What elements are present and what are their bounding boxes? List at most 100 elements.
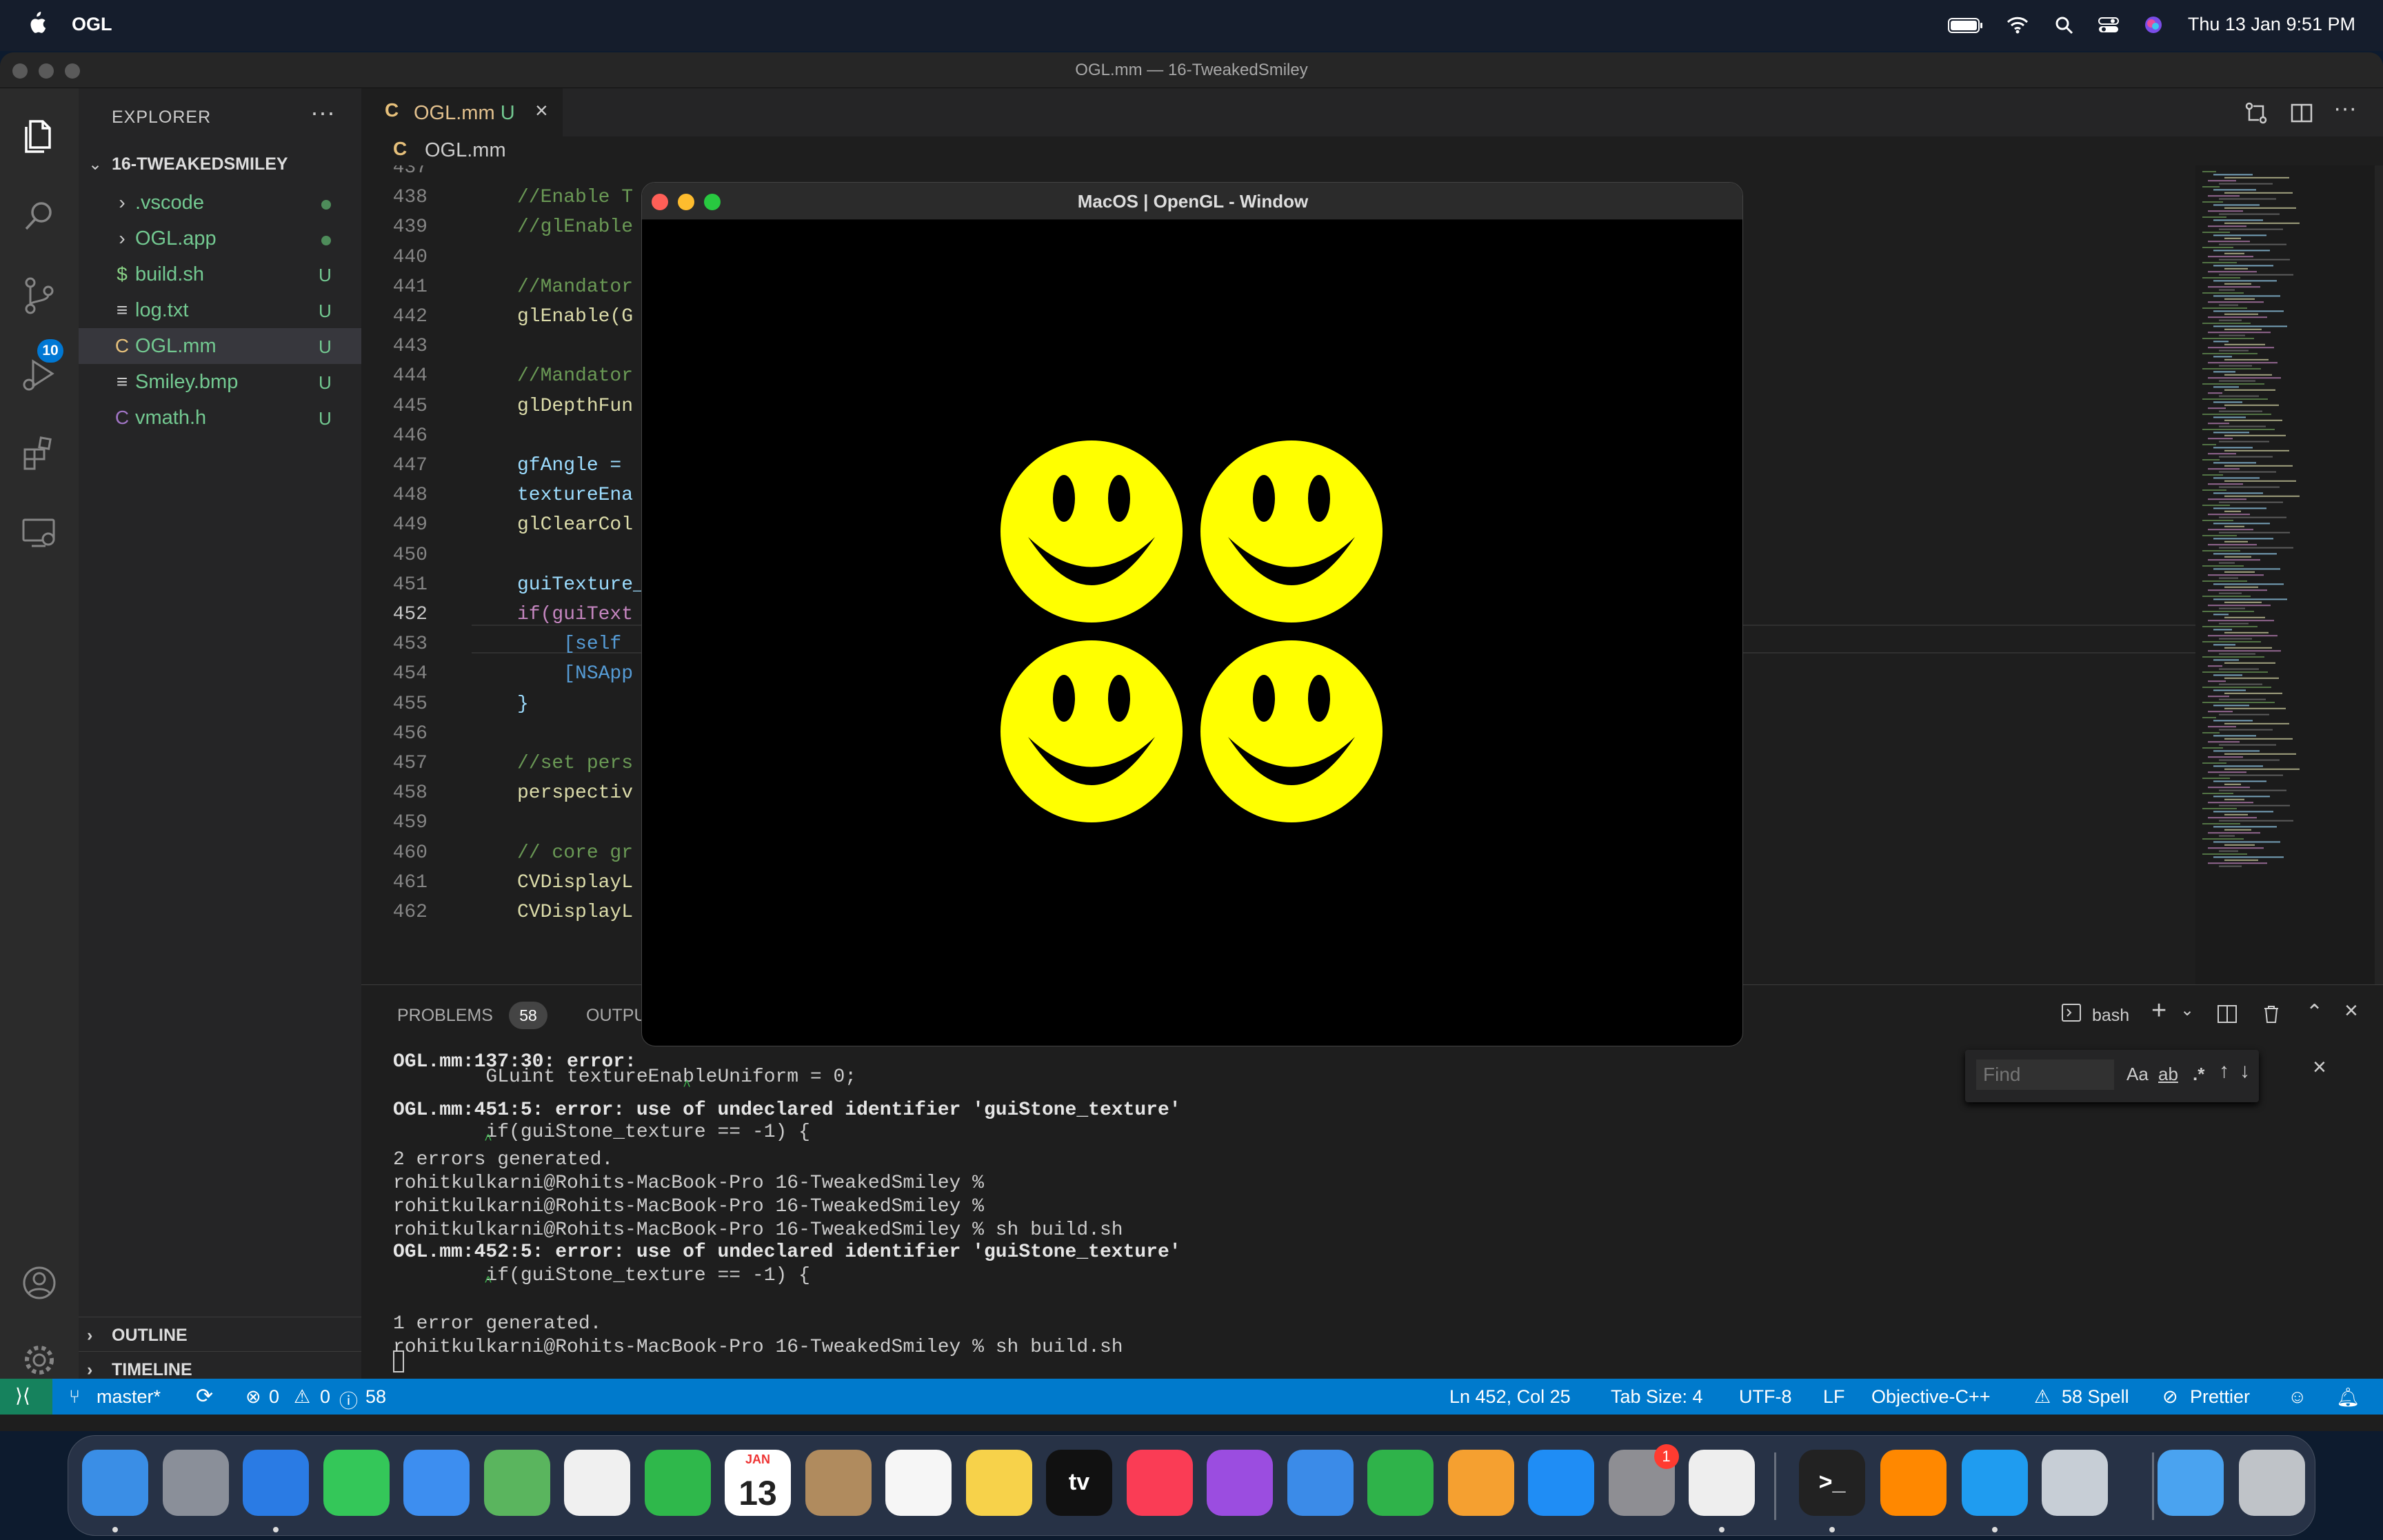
dock-tv-icon[interactable]: tv <box>1046 1450 1112 1516</box>
tab-output[interactable]: OUTPU <box>586 1006 647 1026</box>
control-center-icon[interactable] <box>2096 12 2121 37</box>
previous-match-icon[interactable]: ↑ <box>2219 1060 2229 1083</box>
split-editor-icon[interactable] <box>2289 101 2314 125</box>
tab-problems[interactable]: PROBLEMS <box>397 1006 493 1026</box>
dock-system-preferences-icon[interactable]: 1 <box>1608 1444 1679 1516</box>
sync-icon[interactable]: ⟳ <box>196 1384 213 1408</box>
dock-downloads-icon[interactable] <box>2158 1450 2224 1516</box>
dock-mail-icon[interactable] <box>403 1450 470 1516</box>
dock-pages-icon[interactable] <box>1447 1450 1514 1516</box>
dock-preview-icon[interactable] <box>2042 1450 2108 1516</box>
dock-vlc-icon[interactable] <box>1880 1450 1947 1516</box>
menu-clock[interactable]: Thu 13 Jan 9:51 PM <box>2188 14 2355 35</box>
explorer-more-button[interactable]: ··· <box>310 98 335 127</box>
close-find-icon[interactable]: × <box>2313 1054 2326 1081</box>
dock-app-store-icon[interactable] <box>1528 1450 1594 1516</box>
dock-photos-icon[interactable] <box>564 1450 630 1516</box>
dock-maps-icon[interactable] <box>483 1450 550 1516</box>
dock-facetime-icon[interactable] <box>644 1450 711 1516</box>
dock-textedit-icon[interactable] <box>1689 1450 1755 1516</box>
dock-notes-icon[interactable] <box>965 1450 1032 1516</box>
remote-indicator[interactable]: ⟩⟨ <box>0 1379 52 1415</box>
breadcrumb-file[interactable]: OGL.mm <box>425 139 506 162</box>
opengl-canvas[interactable] <box>642 220 1743 1046</box>
editor-scrollbar[interactable] <box>2375 165 2383 984</box>
run-debug-icon[interactable] <box>15 350 63 398</box>
split-terminal-icon[interactable] <box>2216 1003 2238 1025</box>
dock-reminders-icon[interactable] <box>885 1450 952 1516</box>
git-branch[interactable]: master* <box>97 1386 161 1408</box>
spotlight-icon[interactable] <box>2053 12 2075 37</box>
find-input[interactable] <box>1976 1060 2114 1090</box>
file-item[interactable]: › .vscode <box>79 185 361 221</box>
accounts-icon[interactable] <box>15 1259 63 1307</box>
end-of-line[interactable]: LF <box>1823 1386 1845 1408</box>
siri-icon[interactable] <box>2142 12 2165 37</box>
dock-launchpad-icon[interactable] <box>162 1450 229 1516</box>
language-mode[interactable]: Objective-C++ <box>1871 1386 1991 1408</box>
dock-terminal-icon[interactable]: >_ <box>1799 1450 1865 1516</box>
calendar-month: JAN <box>745 1452 770 1466</box>
explorer-icon[interactable] <box>15 112 63 160</box>
spell-status[interactable]: 58 Spell <box>2062 1386 2129 1408</box>
dock-contacts-icon[interactable] <box>805 1450 872 1516</box>
outline-section[interactable]: › OUTLINE <box>79 1317 361 1351</box>
apple-menu-icon[interactable] <box>26 11 47 36</box>
match-case-option[interactable]: Aa <box>2126 1064 2149 1085</box>
source-control-icon[interactable] <box>15 272 63 320</box>
cursor-position[interactable]: Ln 452, Col 25 <box>1449 1386 1571 1408</box>
dock-messages-icon[interactable] <box>323 1450 390 1516</box>
code-line: glEnable(G <box>517 306 634 327</box>
dock-finder-icon[interactable] <box>82 1450 148 1516</box>
info-count[interactable]: 58 <box>365 1386 386 1408</box>
dock-numbers-icon[interactable] <box>1367 1450 1434 1516</box>
warning-count[interactable]: 0 <box>320 1386 330 1408</box>
error-count[interactable]: 0 <box>269 1386 279 1408</box>
settings-gear-icon[interactable] <box>15 1336 63 1384</box>
search-icon[interactable] <box>15 192 63 240</box>
workspace-root[interactable]: 16-TWEAKEDSMILEY <box>112 154 288 174</box>
minimap[interactable] <box>2195 165 2375 984</box>
file-item[interactable]: › OGL.app <box>79 221 361 256</box>
file-item[interactable]: $ build.sh U <box>79 256 361 292</box>
file-status: U <box>319 408 332 429</box>
close-tab-icon[interactable]: × <box>535 98 548 123</box>
chevron-down-icon[interactable]: ⌄ <box>2180 1000 2194 1020</box>
minimap-line <box>2208 438 2233 440</box>
dock-calendar-icon[interactable]: 13 JAN <box>725 1450 791 1516</box>
dock-safari-icon[interactable] <box>243 1450 309 1516</box>
dock-trash-icon[interactable] <box>2239 1450 2305 1516</box>
new-terminal-icon[interactable]: + <box>2151 996 2166 1026</box>
notifications-bell-icon[interactable]: 🔔︎ <box>2336 1386 2360 1408</box>
extensions-icon[interactable] <box>15 430 63 478</box>
file-item[interactable]: ≡ log.txt U <box>79 292 361 328</box>
chevron-down-icon[interactable]: ⌄ <box>88 154 102 174</box>
dock-keynote-icon[interactable] <box>1287 1450 1354 1516</box>
dock-podcasts-icon[interactable] <box>1207 1450 1273 1516</box>
tab-size[interactable]: Tab Size: 4 <box>1611 1386 1703 1408</box>
trash-icon[interactable] <box>2260 1003 2282 1025</box>
dock-music-icon[interactable] <box>1126 1450 1193 1516</box>
minimap-line <box>2208 483 2243 485</box>
menu-app-name[interactable]: OGL <box>72 14 112 35</box>
regex-option[interactable]: .* <box>2193 1064 2204 1085</box>
next-match-icon[interactable]: ↓ <box>2240 1060 2250 1083</box>
dock-vs-code-icon[interactable] <box>1962 1450 2028 1516</box>
more-actions-icon[interactable]: ··· <box>2333 95 2357 122</box>
tab-ogl-mm[interactable]: C OGL.mm U × <box>361 88 563 136</box>
file-item[interactable]: Cvmath.h U <box>79 400 361 436</box>
file-item[interactable]: ≡ Smiley.bmp U <box>79 364 361 400</box>
file-item[interactable]: C OGL.mm U <box>79 328 361 364</box>
maximize-panel-icon[interactable]: ⌃ <box>2306 1000 2323 1024</box>
wifi-icon[interactable] <box>2005 12 2030 37</box>
minimap-line <box>2208 225 2246 227</box>
battery-icon[interactable] <box>1947 12 1984 37</box>
compare-changes-icon[interactable] <box>2244 101 2269 125</box>
prettier-status[interactable]: Prettier <box>2190 1386 2250 1408</box>
encoding[interactable]: UTF-8 <box>1739 1386 1792 1408</box>
close-panel-icon[interactable]: × <box>2344 997 2358 1024</box>
feedback-icon[interactable]: ☺ <box>2288 1386 2307 1408</box>
match-word-option[interactable]: ab <box>2158 1064 2178 1085</box>
terminal-shell-name[interactable]: bash <box>2092 1006 2129 1026</box>
remote-explorer-icon[interactable] <box>15 509 63 557</box>
